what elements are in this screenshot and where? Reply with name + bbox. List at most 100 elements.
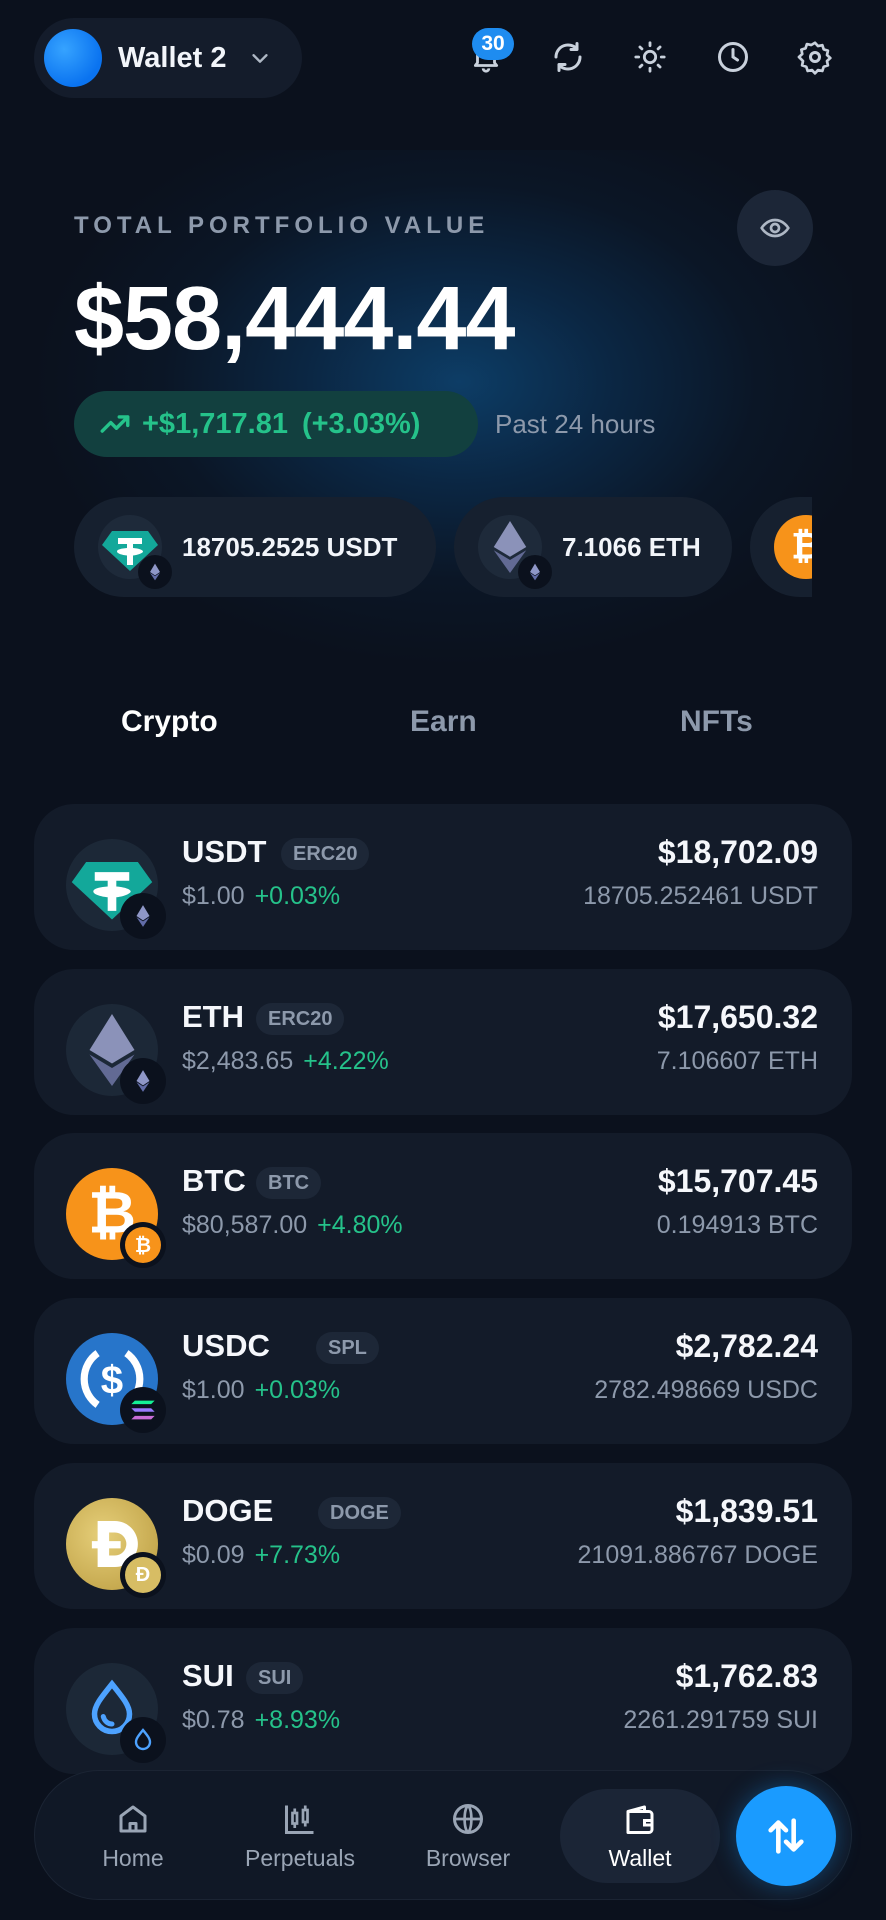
holding-chip[interactable]: 7.1066 ETH <box>454 497 732 597</box>
asset-usd-value: $1,839.51 <box>675 1493 818 1529</box>
refresh-icon <box>554 42 582 72</box>
network-badge: BTC <box>256 1167 322 1199</box>
swap-button[interactable] <box>736 1786 836 1886</box>
chevron-down-icon <box>251 54 268 63</box>
usdc-coin-icon: $ <box>66 1333 166 1433</box>
asset-amount: 2261.291759 SUI <box>623 1706 818 1734</box>
network-badge: ERC20 <box>281 838 370 870</box>
swap-arrows-icon <box>768 1818 804 1854</box>
doge-coin-icon: Ð <box>66 1498 166 1598</box>
tab-nfts[interactable]: NFTs <box>680 705 753 739</box>
asset-row-btc[interactable]: ₿ ₿ BTC BTC $80,587.00 +4.80% $15,707.45 … <box>34 1133 852 1279</box>
price-value: $1.00 <box>182 1376 245 1404</box>
asset-row-usdt[interactable]: USDT ERC20 $1.00 +0.03% $18,702.09 18705.… <box>34 804 852 950</box>
asset-row-doge[interactable]: Ð DOGE DOGE $0.09 +7.73% $1,839.51 21091.… <box>34 1463 852 1609</box>
svg-text:₿: ₿ <box>791 527 812 567</box>
network-badge: ERC20 <box>256 1003 345 1035</box>
home-icon <box>119 1805 147 1832</box>
dogecoin-network-icon: Ð <box>125 1557 161 1593</box>
network-badge: DOGE <box>318 1497 401 1529</box>
portfolio-label: TOTAL PORTFOLIO VALUE <box>74 212 490 239</box>
nav-label: Browser <box>425 1844 511 1871</box>
chip-label: 18705.2525 USDT <box>182 531 398 562</box>
asset-amount: 2782.498669 USDC <box>594 1376 818 1404</box>
sui-network-icon <box>134 1728 152 1751</box>
asset-symbol: USDT <box>182 834 267 869</box>
asset-price: $2,483.65 +4.22% <box>182 1047 389 1076</box>
change-percent: (+3.03%) <box>301 407 421 440</box>
eth-coin-icon <box>478 515 552 589</box>
asset-symbol: USDC <box>182 1328 270 1363</box>
wallet-avatar <box>44 29 102 87</box>
price-value: $80,587.00 <box>182 1211 308 1239</box>
asset-usd-value: $17,650.32 <box>657 999 818 1035</box>
change-amount: +$1,717.81 <box>142 407 288 440</box>
theme-toggle-button[interactable] <box>627 34 673 80</box>
trending-up-icon <box>100 415 130 433</box>
settings-button[interactable] <box>792 34 838 80</box>
asset-price: $1.00 +0.03% <box>182 882 340 911</box>
price-value: $1.00 <box>182 882 245 910</box>
asset-price: $1.00 +0.03% <box>182 1376 340 1405</box>
holding-chip[interactable]: 18705.2525 USDT <box>74 497 436 597</box>
tab-earn[interactable]: Earn <box>410 705 477 739</box>
nav-wallet[interactable]: Wallet <box>560 1789 720 1883</box>
network-badge: SPL <box>316 1332 379 1364</box>
history-button[interactable] <box>710 34 756 80</box>
price-value: $0.78 <box>182 1706 245 1734</box>
asset-symbol: DOGE <box>182 1493 274 1528</box>
nav-home[interactable]: Home <box>58 1789 208 1883</box>
nav-label: Home <box>102 1844 164 1871</box>
asset-row-usdc[interactable]: $ USDC SPL $1.00 +0.03% $2,782.24 2782.49… <box>34 1298 852 1444</box>
chip-label: 7.1066 ETH <box>562 531 701 562</box>
asset-amount: 21091.886767 DOGE <box>577 1541 818 1569</box>
asset-price: $0.78 +8.93% <box>182 1706 340 1735</box>
asset-row-sui[interactable]: SUI SUI $0.78 +8.93% $1,762.83 2261.29175… <box>34 1628 852 1774</box>
price-change: +7.73% <box>254 1541 341 1569</box>
ethereum-icon <box>530 563 540 581</box>
asset-usd-value: $18,702.09 <box>657 834 818 870</box>
notification-badge: 30 <box>472 28 514 60</box>
price-value: $2,483.65 <box>182 1047 294 1075</box>
bitcoin-icon: ₿ <box>791 527 812 567</box>
price-value: $0.09 <box>182 1541 245 1569</box>
gear-icon <box>797 41 832 75</box>
svg-text:₿: ₿ <box>135 1235 151 1257</box>
holding-chip[interactable]: ₿ <box>750 497 812 597</box>
ethereum-icon <box>136 1070 150 1092</box>
asset-price: $0.09 +7.73% <box>182 1541 340 1570</box>
bitcoin-network-icon: ₿ <box>125 1227 161 1263</box>
asset-usd-value: $15,707.45 <box>657 1163 818 1199</box>
tab-crypto[interactable]: Crypto <box>121 705 218 739</box>
ethereum-icon <box>136 905 150 927</box>
network-badge: SUI <box>246 1662 304 1694</box>
period-label: Past 24 hours <box>495 409 656 439</box>
total-portfolio-value: $58,444.44 <box>74 269 515 369</box>
sun-icon <box>634 41 666 73</box>
btc-coin-icon: ₿ ₿ <box>66 1168 166 1268</box>
nav-browser[interactable]: Browser <box>393 1789 543 1883</box>
refresh-button[interactable] <box>545 34 591 80</box>
asset-usd-value: $2,782.24 <box>675 1328 818 1364</box>
nav-perpetuals[interactable]: Perpetuals <box>225 1789 375 1883</box>
price-change: +8.93% <box>254 1706 341 1734</box>
nav-label: Perpetuals <box>245 1844 355 1871</box>
sui-coin-icon <box>66 1663 166 1763</box>
toggle-visibility-button[interactable] <box>737 190 813 266</box>
asset-usd-value: $1,762.83 <box>675 1658 818 1694</box>
bottom-navigation: Home Perpetuals Browser Wallet <box>34 1770 852 1900</box>
asset-row-eth[interactable]: ETH ERC20 $2,483.65 +4.22% $17,650.32 7.1… <box>34 969 852 1115</box>
candlestick-icon <box>285 1805 314 1834</box>
price-change: +0.03% <box>254 1376 341 1404</box>
wallet-name: Wallet 2 <box>118 41 227 74</box>
eye-icon <box>760 218 790 238</box>
svg-text:$: $ <box>101 1357 123 1402</box>
history-icon <box>718 42 748 72</box>
eth-coin-icon <box>66 1004 166 1104</box>
ethereum-icon <box>150 563 160 581</box>
asset-symbol: BTC <box>182 1163 246 1198</box>
asset-amount: 18705.252461 USDT <box>583 882 818 910</box>
holdings-chip-row[interactable]: 18705.2525 USDT 7.1066 ETH ₿ <box>74 497 812 597</box>
usdt-coin-icon <box>66 839 166 939</box>
wallet-selector[interactable]: Wallet 2 <box>34 18 302 98</box>
